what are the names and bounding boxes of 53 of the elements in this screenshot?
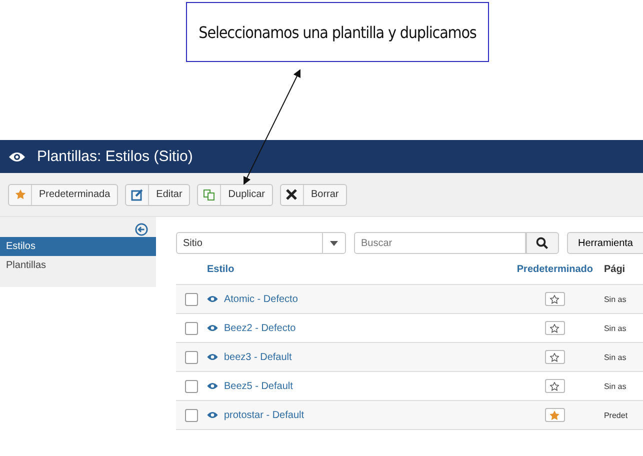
eye-icon	[206, 353, 218, 361]
search-icon	[536, 237, 548, 249]
row-checkbox[interactable]	[184, 292, 198, 306]
toolbar-button[interactable]: Borrar	[280, 184, 347, 206]
table-cell-text: Sin as	[602, 352, 628, 362]
close-icon	[286, 189, 298, 200]
eye-icon	[9, 150, 25, 162]
style-link[interactable]: Beez5 - Default	[224, 380, 293, 392]
collapse-icon[interactable]	[134, 223, 148, 236]
table-cell-text: Predet	[602, 410, 629, 420]
column-header[interactable]: Estilo	[206, 264, 510, 274]
default-star-button[interactable]	[544, 408, 565, 422]
default-star-button[interactable]	[544, 321, 565, 335]
table-cell-text: Sin as	[602, 324, 628, 332]
table-cell-text: Sin as	[602, 382, 628, 390]
page-title: Plantillas: Estilos (Sitio)	[37, 148, 193, 165]
eye-icon	[206, 382, 218, 390]
row-checkbox[interactable]	[184, 350, 198, 364]
row-checkbox[interactable]	[184, 322, 198, 334]
row-checkbox[interactable]	[184, 380, 198, 392]
search-button[interactable]	[526, 232, 559, 254]
copy-icon	[203, 188, 216, 200]
caret-icon	[330, 240, 338, 246]
default-star-button[interactable]	[544, 350, 565, 364]
star-icon	[550, 294, 560, 304]
search-field[interactable]: Buscar	[354, 232, 526, 254]
star-icon	[14, 189, 26, 200]
star-icon	[550, 352, 560, 362]
tools-button[interactable]: Herramienta	[566, 232, 643, 254]
eye-icon	[206, 295, 218, 303]
toolbar-button[interactable]: Duplicar	[197, 184, 273, 206]
eye-icon	[206, 411, 218, 419]
toolbar-button[interactable]: Predeterminada	[8, 184, 118, 206]
table-cell-text: Sin as	[602, 294, 628, 304]
style-link[interactable]: protostar - Default	[224, 410, 304, 420]
column-header[interactable]: Predeterminado	[510, 264, 600, 274]
eye-icon	[206, 324, 218, 332]
style-link[interactable]: Atomic - Defecto	[224, 294, 298, 304]
sidebar-item[interactable]: Plantillas	[0, 256, 156, 275]
sidebar-item[interactable]: Estilos	[0, 237, 156, 256]
toolbar-button[interactable]: Editar	[125, 184, 190, 206]
edit-icon	[131, 188, 144, 200]
style-link[interactable]: beez3 - Default	[224, 352, 292, 362]
row-checkbox[interactable]	[184, 408, 198, 422]
star-icon	[550, 382, 560, 390]
default-star-button[interactable]	[544, 292, 565, 306]
location-dropdown[interactable]: Sitio	[176, 232, 346, 254]
star-icon	[550, 410, 560, 420]
star-icon	[550, 324, 560, 332]
column-header: Pági	[602, 264, 626, 274]
default-star-button[interactable]	[544, 379, 565, 393]
style-link[interactable]: Beez2 - Defecto	[224, 322, 296, 334]
callout-box: Seleccionamos una plantilla y duplicamos	[186, 2, 489, 62]
